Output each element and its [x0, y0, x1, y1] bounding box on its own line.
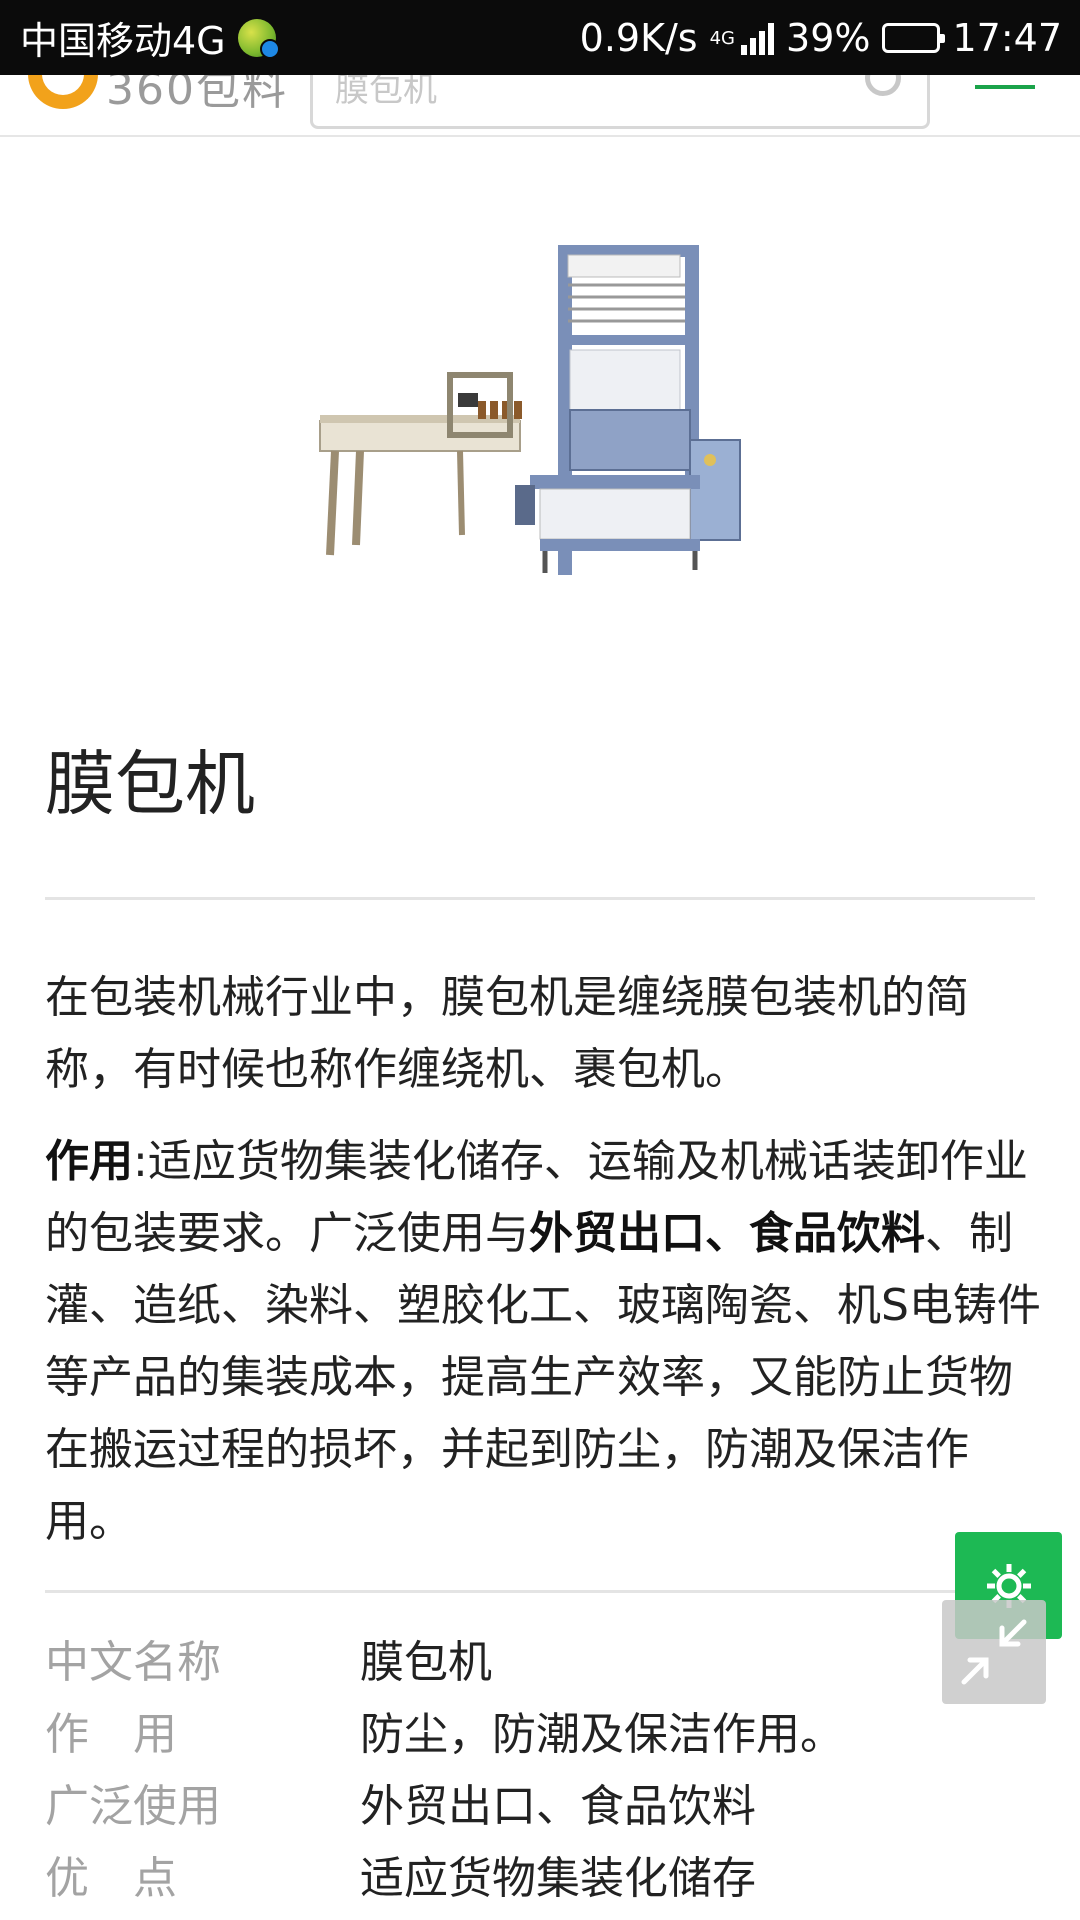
divider: [45, 1590, 1035, 1593]
info-value: 膜包机: [360, 1637, 492, 1688]
site-header: 360包料 膜包机: [0, 75, 1080, 137]
search-icon[interactable]: [865, 75, 901, 96]
page-title: 膜包机: [45, 743, 255, 825]
intro-paragraph: 在包装机械行业中，膜包机是缠绕膜包装机的简称，有时候也称作缠绕机、裹包机。: [45, 972, 969, 1095]
clock: 17:47: [952, 15, 1062, 60]
info-row: 中文名称 膜包机: [45, 1622, 1035, 1694]
info-row: 作 用 防尘，防潮及保洁作用。: [45, 1694, 1035, 1766]
divider: [45, 897, 1035, 900]
usage-label: 作用: [45, 1136, 133, 1187]
info-value: 外贸出口、食品饮料: [360, 1781, 756, 1832]
status-right: 0.9K/s 4G 39% 17:47: [580, 16, 1062, 60]
info-row: 广泛使用 外贸出口、食品饮料: [45, 1766, 1035, 1838]
info-label: 广泛使用: [45, 1781, 221, 1832]
signal-icon: [741, 21, 775, 55]
site-logo-icon[interactable]: [28, 75, 98, 109]
collapse-arrows-icon: [961, 1619, 1027, 1685]
info-row: 优 点 适应货物集装化储存: [45, 1838, 1035, 1910]
usage-paragraph: 作用:适应货物集装化储存、运输及机械话装卸作业的包装要求。广泛使用与外贸出口、食…: [45, 1126, 1045, 1558]
battery-percent: 39%: [786, 15, 871, 60]
search-input-text: 膜包机: [335, 75, 437, 110]
site-logo-text[interactable]: 360包料: [106, 75, 288, 117]
info-value: 防尘，防潮及保洁作用。: [360, 1709, 844, 1760]
search-input[interactable]: 膜包机: [310, 75, 930, 129]
menu-icon[interactable]: [975, 85, 1035, 115]
status-bar: 中国移动4G 0.9K/s 4G 39% 17:47: [0, 0, 1080, 75]
info-table: 中文名称 膜包机 作 用 防尘，防潮及保洁作用。 广泛使用 外贸出口、食品饮料 …: [45, 1622, 1035, 1910]
collapse-button[interactable]: [942, 1600, 1046, 1704]
info-value: 适应货物集装化储存: [360, 1853, 756, 1904]
network-speed: 0.9K/s: [579, 15, 698, 60]
product-image: [319, 245, 741, 575]
battery-icon: [882, 22, 946, 53]
info-label: 作 用: [45, 1709, 177, 1760]
carrier-name: 中国移动4G: [20, 19, 226, 63]
info-label: 优 点: [45, 1853, 177, 1904]
usage-bold-1: 外贸出口、食品饮料: [529, 1208, 925, 1259]
carrier-badge-icon: [237, 18, 280, 59]
network-type: 4G: [709, 27, 736, 49]
status-left: 中国移动4G: [20, 10, 280, 65]
info-label: 中文名称: [45, 1637, 221, 1688]
